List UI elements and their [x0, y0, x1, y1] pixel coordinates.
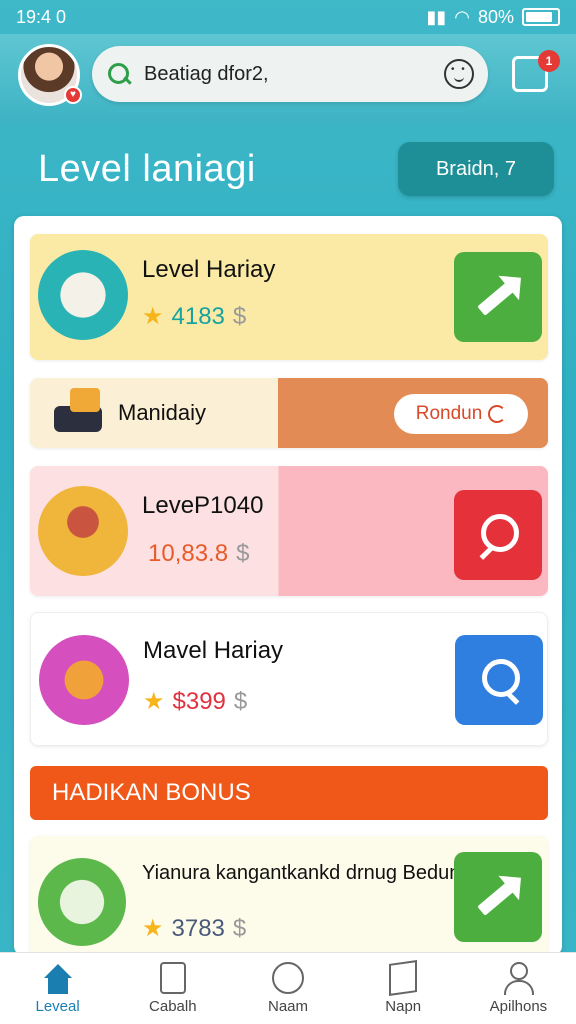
card-search-button[interactable] [455, 635, 543, 725]
wifi-icon: ◠ [454, 6, 470, 27]
currency-symbol: $ [233, 687, 248, 715]
nav-label: Cabalh [149, 998, 197, 1015]
card-title: LeveP1040 [142, 492, 264, 519]
box-icon [389, 960, 418, 996]
page-title: Level laniagi [38, 148, 256, 190]
clock-icon [272, 962, 304, 994]
button-label: Rondun [415, 403, 483, 424]
search-input[interactable]: Beatiag dfor2, [144, 63, 444, 86]
battery-icon [522, 8, 560, 26]
battery-percent: 80% [477, 6, 514, 27]
card-action-button[interactable] [454, 252, 542, 342]
nav-item-cabalh[interactable]: Cabalh [115, 953, 230, 1024]
level-card[interactable]: Manidaiy Rondun [30, 378, 548, 448]
nav-item-napn[interactable]: Napn [346, 953, 461, 1024]
currency-symbol: $ [232, 302, 247, 330]
search-icon [106, 61, 132, 87]
currency-symbol: $ [232, 914, 247, 942]
card-value: 3783 [171, 914, 225, 942]
smiley-icon[interactable] [444, 59, 474, 89]
card-value: $399 [172, 687, 226, 715]
rondun-button[interactable]: Rondun [394, 394, 528, 434]
card-meta: ★ 3783 $ [142, 914, 246, 943]
card-action-button[interactable] [454, 852, 542, 942]
nav-label: Napn [385, 998, 422, 1015]
notification-badge: 1 [538, 50, 560, 72]
nav-item-naam[interactable]: Naam [230, 953, 345, 1024]
header-action-button[interactable]: Braidn, 7 [398, 142, 554, 196]
nav-label: Apilhons [489, 998, 548, 1015]
swirl-icon [488, 405, 507, 423]
card-value: 4183 [171, 302, 225, 330]
avatar-badge-icon: ♥ [64, 86, 82, 104]
card-meta: 10,83.8 $ [148, 540, 249, 568]
signal-icon: ▮▮ [426, 6, 447, 27]
level-card[interactable]: Yianura kangantkankd drnug Bedun ★ 3783 … [30, 836, 548, 956]
nav-label: Naam [268, 998, 309, 1015]
card-title: Mavel Hariay [143, 637, 284, 664]
toolbox-icon [48, 388, 104, 434]
level-card[interactable]: LeveP1040 10,83.8 $ [30, 466, 548, 596]
card-title: Yianura kangantkankd drnug Bedun [142, 862, 461, 884]
home-icon [41, 962, 75, 994]
arrow-icon [477, 878, 519, 916]
star-icon: ★ [142, 915, 164, 942]
star-icon: ★ [143, 688, 165, 715]
nav-label: Leveal [35, 998, 80, 1015]
clipboard-icon [159, 962, 186, 994]
nav-item-leveal[interactable]: Leveal [0, 953, 115, 1024]
bottom-nav: Leveal Cabalh Naam Napn Apilhons [0, 952, 576, 1024]
level-card[interactable]: Level Hariay ★ 4183 $ [30, 234, 548, 360]
card-thumbnail [38, 250, 128, 340]
nav-item-apilhons[interactable]: Apilhons [461, 953, 576, 1024]
card-thumbnail [38, 858, 126, 946]
card-search-button[interactable] [454, 490, 542, 580]
card-meta: ★ 4183 $ [142, 302, 246, 331]
search-icon [476, 657, 522, 703]
bonus-banner[interactable]: HADIKAN BONUS [30, 766, 548, 820]
search-icon [475, 512, 521, 558]
status-icons: ▮▮ ◠ 80% [426, 7, 560, 28]
card-thumbnail [38, 486, 128, 576]
status-time: 19:4 0 [16, 6, 67, 27]
star-icon: ★ [142, 303, 164, 330]
card-thumbnail [39, 635, 129, 725]
card-title: Manidaiy [118, 400, 207, 425]
card-value: 10,83.8 [148, 540, 229, 567]
currency-symbol: $ [236, 540, 250, 567]
search-bar[interactable]: Beatiag dfor2, [92, 46, 488, 102]
card-title: Level Hariay [142, 256, 276, 283]
status-bar: 19:4 0 ▮▮ ◠ 80% [0, 0, 576, 34]
arrow-icon [477, 278, 519, 316]
card-meta: ★ $399 $ [143, 687, 247, 716]
user-icon [501, 962, 535, 995]
level-card[interactable]: Mavel Hariay ★ $399 $ [30, 612, 548, 746]
